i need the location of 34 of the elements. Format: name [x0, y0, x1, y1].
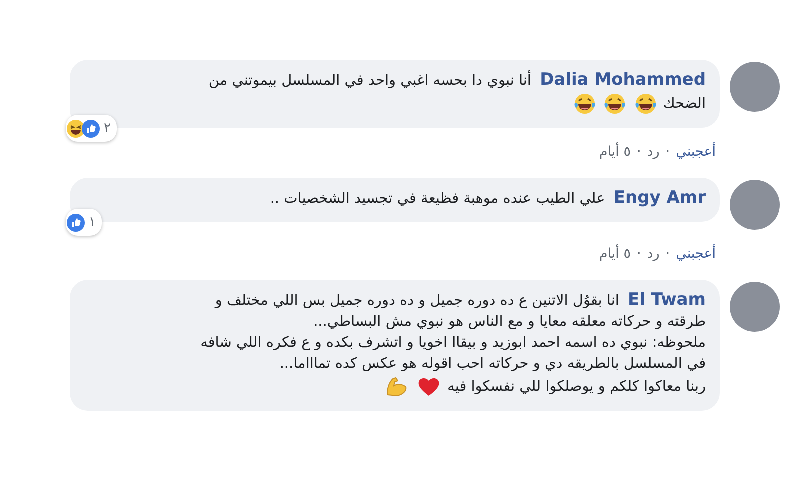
comment-text: طرقته و حركاته معلقه معايا و مع الناس هو نبوي مش البساطي... [314, 314, 706, 330]
avatar[interactable] [730, 62, 780, 112]
reaction-badge[interactable]: ٢ [66, 115, 117, 142]
reply-link[interactable]: رد [647, 144, 660, 160]
laughing-face-icon [634, 92, 658, 116]
reaction-count: ٢ [104, 120, 111, 138]
avatar[interactable] [730, 180, 780, 230]
comment-text: انا بقوُل الاتنين ع ده دوره جميل و ده دوره جميل بس اللي مختلف و [215, 293, 620, 309]
like-link[interactable]: أعجبني [676, 144, 716, 160]
thumbs-up-icon [85, 120, 100, 138]
avatar[interactable] [730, 282, 780, 332]
flexed-arm-icon [385, 375, 410, 399]
separator-dot: · [636, 246, 642, 262]
separator-dot: · [666, 246, 670, 262]
thumbs-up-icon [70, 214, 85, 232]
author-name[interactable]: El Twam [628, 290, 706, 310]
like-link[interactable]: أعجبني [676, 246, 716, 262]
reaction-badge[interactable]: ١ [66, 209, 102, 236]
comment-text: علي الطيب عنده موهبة فظيعة في تجسيد الشخصيات .. [270, 191, 606, 207]
separator-dot: · [636, 144, 642, 160]
comment-text: ملحوظه: نبوي ده اسمه احمد ابوزيد و بيقاا اخويا و اتشرف بكده و ع فكره اللي شافه [200, 335, 706, 351]
laughing-face-icon [572, 92, 597, 116]
laughing-face-icon [603, 92, 628, 116]
author-name[interactable]: Dalia Mohammed [540, 70, 706, 90]
timestamp: ٥ أيام [599, 144, 631, 160]
comment-text: أنا نبوي دا بحسه اغبي واحد في المسلسل بيموتني من [208, 73, 532, 89]
timestamp: ٥ أيام [599, 246, 631, 262]
comment-text: في المسلسل بالطريقه دي و حركاته احب اقوله هو عكس كده تماااما... [280, 356, 706, 372]
separator-dot: · [666, 144, 670, 160]
author-name[interactable]: Engy Amr [614, 188, 706, 208]
reaction-count: ١ [89, 214, 96, 232]
reply-link[interactable]: رد [647, 246, 660, 262]
comment-text: ربنا معاكوا كلكم و يوصلكوا للي نفسكوا فيه [448, 378, 706, 395]
comment-text: الضحك [663, 96, 706, 112]
